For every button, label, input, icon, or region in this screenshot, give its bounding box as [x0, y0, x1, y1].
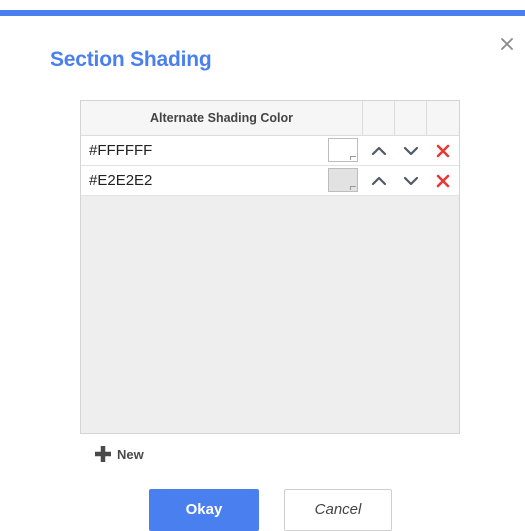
table-row: #E2E2E2 [81, 166, 459, 196]
column-header-up [363, 101, 395, 135]
color-swatch[interactable] [328, 138, 358, 162]
delete-x-icon [436, 144, 450, 158]
swatch-corner-marker [350, 156, 356, 160]
move-down-button[interactable] [400, 140, 422, 162]
delete-row-button[interactable] [432, 140, 454, 162]
table-header: Alternate Shading Color [81, 101, 459, 136]
column-header-delete [427, 101, 459, 135]
color-value-text[interactable]: #FFFFFF [89, 136, 152, 165]
chevron-up-icon [371, 176, 387, 186]
add-new-button[interactable]: New [93, 444, 144, 464]
column-header-down [395, 101, 427, 135]
chevron-down-icon [403, 176, 419, 186]
close-icon [501, 38, 513, 50]
cancel-button[interactable]: Cancel [284, 489, 392, 531]
delete-row-button[interactable] [432, 170, 454, 192]
okay-button[interactable]: Okay [149, 489, 259, 531]
move-down-button[interactable] [400, 170, 422, 192]
add-new-label: New [117, 446, 144, 462]
color-swatch[interactable] [328, 168, 358, 192]
table-row: #FFFFFF [81, 136, 459, 166]
move-up-button[interactable] [368, 140, 390, 162]
color-value-text[interactable]: #E2E2E2 [89, 166, 152, 195]
chevron-up-icon [371, 146, 387, 156]
column-header-label: Alternate Shading Color [149, 111, 294, 125]
close-button[interactable] [497, 34, 517, 54]
delete-x-icon [436, 174, 450, 188]
chevron-down-icon [403, 146, 419, 156]
dialog-top-accent-bar [0, 10, 525, 16]
dialog-title: Section Shading [50, 48, 212, 71]
column-header-color: Alternate Shading Color [81, 101, 363, 135]
plus-icon [95, 446, 111, 462]
shading-color-table: Alternate Shading Color #FFFFFF #E2E2E2 [80, 100, 460, 434]
swatch-corner-marker [350, 186, 356, 190]
move-up-button[interactable] [368, 170, 390, 192]
